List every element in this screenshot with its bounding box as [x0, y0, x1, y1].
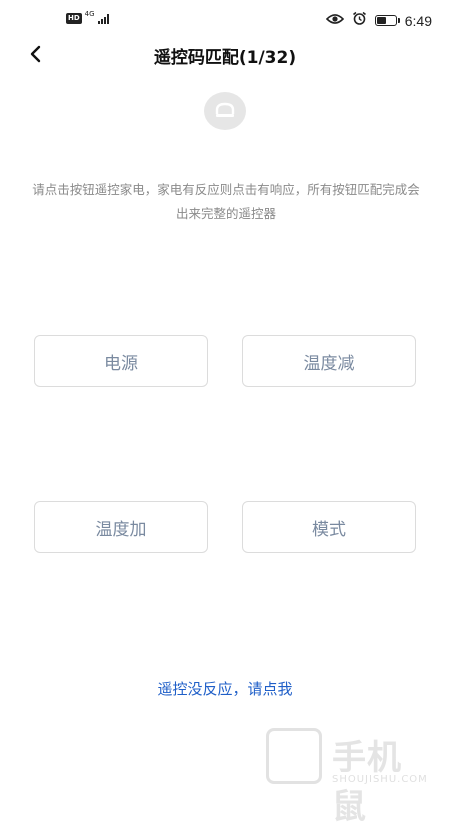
watermark-logo: 手机鼠 SHOUJISHU.COM — [262, 724, 432, 827]
battery-icon — [374, 15, 400, 26]
header: 遥控码匹配(1/32) — [0, 40, 450, 70]
status-right: 6:49 — [325, 11, 432, 30]
temp-down-key-button[interactable]: 温度减 — [242, 335, 416, 387]
page-title: 遥控码匹配(1/32) — [153, 48, 297, 68]
alarm-icon — [352, 11, 367, 30]
eye-comfort-icon — [325, 13, 344, 29]
network-type-label: 4G — [84, 10, 95, 18]
hd-badge: HD — [66, 13, 82, 24]
status-left: HD 4G — [66, 10, 109, 24]
air-conditioner-icon — [204, 92, 246, 130]
instruction-text: 请点击按钮遥控家电，家电有反应则点击有响应，所有按钮匹配完成会出来完整的遥控器 — [32, 182, 420, 221]
status-bar: HD 4G 6:49 — [0, 0, 450, 40]
power-key-button[interactable]: 电源 — [34, 335, 208, 387]
watermark-icon — [266, 728, 322, 784]
mode-key-button[interactable]: 模式 — [242, 501, 416, 553]
battery-fill — [376, 17, 386, 24]
watermark-subtext: SHOUJISHU.COM — [332, 774, 428, 785]
signal-icon — [97, 13, 109, 24]
temp-up-key-button[interactable]: 温度加 — [34, 501, 208, 553]
no-response-link[interactable]: 遥控没反应，请点我 — [0, 678, 450, 699]
status-time: 6:49 — [404, 12, 432, 29]
